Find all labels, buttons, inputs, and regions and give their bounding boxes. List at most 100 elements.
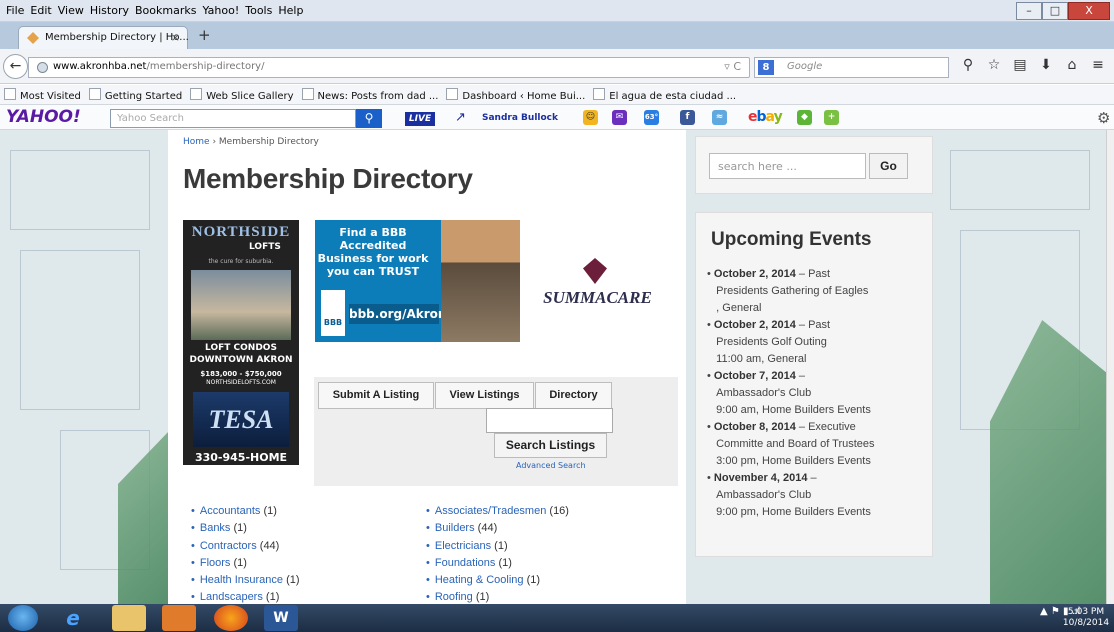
yahoo-search-placeholder: Yahoo Search — [117, 113, 184, 124]
add-icon[interactable]: + — [824, 110, 839, 125]
breadcrumb: Home › Membership Directory — [183, 137, 319, 147]
smiley-icon[interactable]: ☺ — [583, 110, 598, 125]
list-item[interactable]: • Landscapers (1) — [191, 591, 279, 603]
scrollbar[interactable] — [1106, 130, 1114, 604]
trending-icon[interactable]: ↗ — [455, 110, 466, 125]
close-window-button[interactable]: X — [1068, 2, 1110, 20]
bookmark-web-slice-gallery[interactable]: Web Slice Gallery — [186, 85, 297, 105]
events-title: Upcoming Events — [711, 229, 872, 250]
weather-icon[interactable]: 63° — [644, 110, 659, 125]
list-item[interactable]: • Floors (1) — [191, 557, 247, 569]
internet-explorer-icon[interactable]: e — [56, 605, 90, 631]
list-item[interactable]: • Foundations (1) — [426, 557, 512, 569]
event-item[interactable]: • October 2, 2014 – Past Presidents Gath… — [707, 266, 868, 317]
northside-lofts-ad[interactable]: NORTHSIDE LOFTS the cure for suburbia. L… — [183, 220, 299, 465]
trending-name[interactable]: Sandra Bullock — [482, 113, 558, 123]
breadcrumb-separator: › — [209, 137, 219, 147]
menu-file[interactable]: File — [0, 0, 27, 17]
reload-icon[interactable]: ▿ C — [724, 60, 741, 73]
home-icon[interactable]: ⌂ — [1059, 57, 1085, 73]
list-item[interactable]: • Roofing (1) — [426, 591, 489, 603]
bookmark-el-agua[interactable]: El agua de esta ciudad ... — [589, 85, 740, 105]
yahoo-search-button[interactable]: ⚲ — [356, 109, 382, 128]
window-controls: – □ X — [1016, 2, 1110, 20]
tab-close-icon[interactable]: × — [171, 31, 180, 44]
advanced-search-link[interactable]: Advanced Search — [516, 461, 586, 470]
tab-view-listings[interactable]: View Listings — [435, 382, 534, 409]
clock-date: 10/8/2014 — [1062, 618, 1110, 628]
menu-view[interactable]: View — [55, 0, 87, 17]
menu-history[interactable]: History — [87, 0, 132, 17]
google-icon[interactable]: 8 — [758, 60, 774, 75]
finance-icon[interactable]: ≈ — [712, 110, 727, 125]
menu-tools[interactable]: Tools — [242, 0, 275, 17]
building-photo — [191, 270, 291, 340]
tag-icon[interactable]: ◆ — [797, 110, 812, 125]
menu-help[interactable]: Help — [275, 0, 306, 17]
list-item[interactable]: • Builders (44) — [426, 522, 497, 534]
maximize-button[interactable]: □ — [1042, 2, 1068, 20]
site-favicon-icon — [27, 32, 39, 44]
search-engine-placeholder: Google — [787, 61, 823, 72]
list-item[interactable]: • Accountants (1) — [191, 505, 277, 517]
word-icon[interactable]: W — [264, 605, 298, 631]
breadcrumb-home-link[interactable]: Home — [183, 137, 210, 147]
yahoo-search-input[interactable]: Yahoo Search — [110, 109, 356, 128]
ebay-icon[interactable]: ebay — [748, 109, 783, 125]
facebook-icon[interactable]: f — [680, 110, 695, 125]
event-item[interactable]: • October 7, 2014 – Ambassador's Club 9:… — [707, 368, 871, 419]
list-item[interactable]: • Electricians (1) — [426, 540, 508, 552]
go-button[interactable]: Go — [869, 153, 908, 179]
event-item[interactable]: • November 4, 2014 – Ambassador's Club 9… — [707, 470, 871, 521]
event-item[interactable]: • October 8, 2014 – Executive Committe a… — [707, 419, 875, 470]
sidebar-search-input[interactable]: search here ... — [709, 153, 866, 179]
list-item[interactable]: • Associates/Tradesmen (16) — [426, 505, 569, 517]
bbb-ad[interactable]: Find a BBB Accredited Business for work … — [315, 220, 520, 342]
bookmark-getting-started[interactable]: Getting Started — [85, 85, 186, 105]
file-explorer-icon[interactable] — [112, 605, 146, 631]
menu-icon[interactable]: ≡ — [1085, 57, 1111, 73]
yahoo-live-button[interactable]: LIVE — [405, 112, 435, 126]
menu-yahoo[interactable]: Yahoo! — [199, 0, 242, 17]
listing-search-input[interactable] — [486, 408, 613, 433]
ad-headline: LOFT CONDOS DOWNTOWN AKRON — [189, 343, 293, 365]
summacare-text: SUMMACARE — [543, 288, 652, 307]
summacare-ad[interactable]: SUMMACARE — [535, 258, 660, 318]
search-engine-box[interactable]: 8 Google — [754, 57, 949, 78]
ad-price: $183,000 - $750,000 — [200, 370, 282, 378]
clock[interactable]: 5:03 PM 10/8/2014 — [1062, 607, 1110, 629]
bookmarks-bar: Most Visited Getting Started Web Slice Gal… — [0, 85, 1114, 105]
clock-time: 5:03 PM — [1067, 607, 1105, 617]
start-button[interactable] — [8, 605, 38, 631]
media-player-icon[interactable] — [162, 605, 196, 631]
mail-icon[interactable]: ✉ — [612, 110, 627, 125]
reading-list-icon[interactable]: ▤ — [1007, 57, 1033, 73]
yahoo-logo[interactable]: YAHOO! — [6, 107, 81, 127]
bookmark-dashboard[interactable]: Dashboard ‹ Home Bui... — [442, 85, 589, 105]
search-icon[interactable]: ⚲ — [955, 57, 981, 73]
bbb-photo — [441, 220, 520, 342]
back-button[interactable]: ← — [3, 54, 28, 79]
bookmark-news[interactable]: News: Posts from dad ... — [298, 85, 443, 105]
download-icon[interactable]: ⬇ — [1033, 57, 1059, 73]
gear-icon[interactable]: ⚙ — [1097, 109, 1110, 127]
menu-bookmarks[interactable]: Bookmarks — [132, 0, 199, 17]
list-item[interactable]: • Banks (1) — [191, 522, 247, 534]
list-item[interactable]: • Contractors (44) — [191, 540, 279, 552]
firefox-icon[interactable] — [214, 605, 248, 631]
bookmark-star-icon[interactable]: ☆ — [981, 57, 1007, 73]
event-item[interactable]: • October 2, 2014 – Past Presidents Golf… — [707, 317, 830, 368]
list-item[interactable]: • Health Insurance (1) — [191, 574, 300, 586]
globe-icon — [37, 62, 48, 73]
bookmark-most-visited[interactable]: Most Visited — [0, 85, 85, 105]
search-listings-button[interactable]: Search Listings — [494, 433, 607, 458]
url-bar[interactable]: www.akronhba.net/membership-directory/ ▿… — [28, 57, 750, 78]
tab-submit-listing[interactable]: Submit A Listing — [318, 382, 434, 409]
list-item[interactable]: • Heating & Cooling (1) — [426, 574, 540, 586]
menu-edit[interactable]: Edit — [27, 0, 54, 17]
minimize-button[interactable]: – — [1016, 2, 1042, 20]
tab-directory[interactable]: Directory — [535, 382, 612, 409]
breadcrumb-current: Membership Directory — [218, 137, 319, 147]
new-tab-button[interactable]: + — [198, 26, 211, 44]
tab-membership-directory[interactable]: Membership Directory | Ho... × — [18, 26, 189, 49]
